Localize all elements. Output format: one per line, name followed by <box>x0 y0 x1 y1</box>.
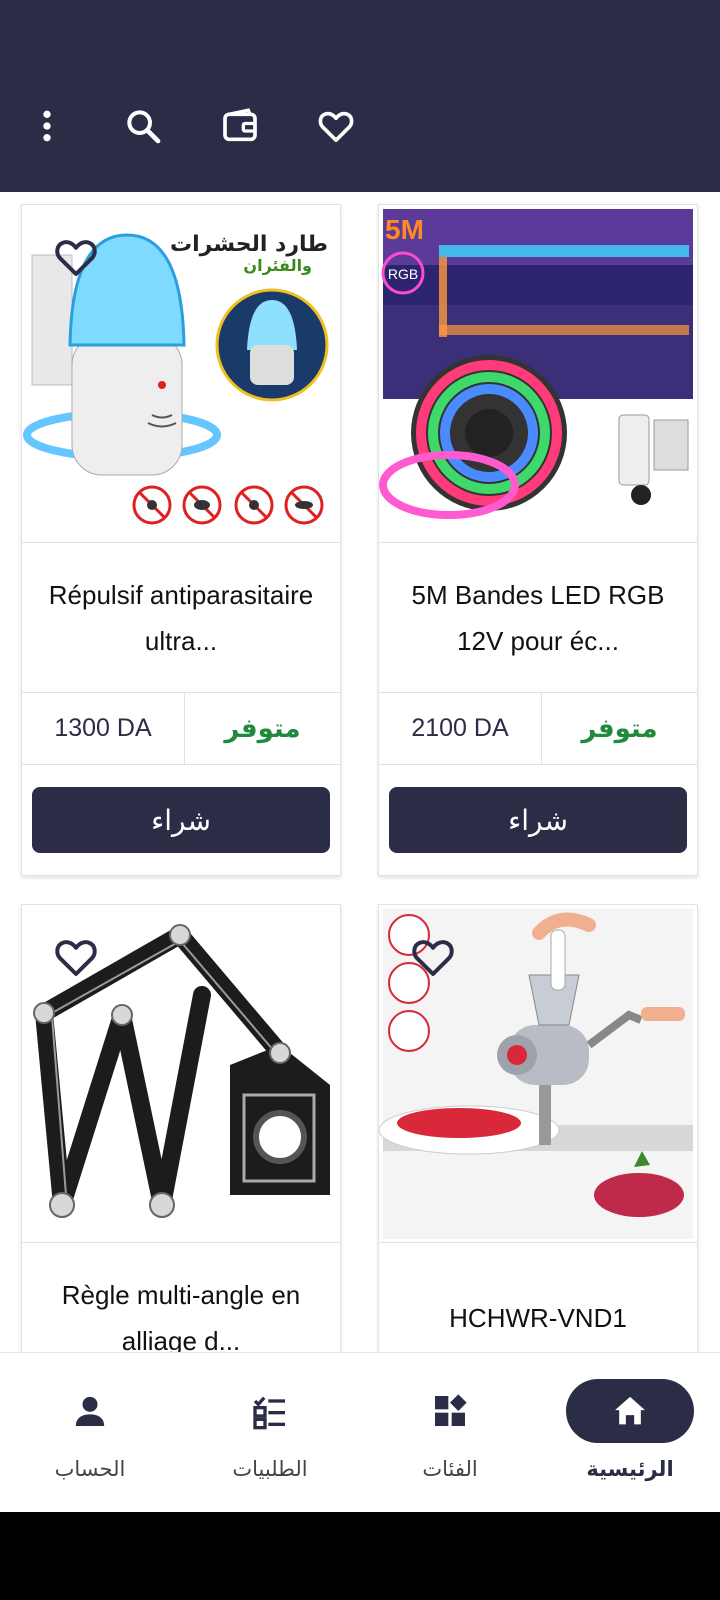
pest-repeller-image[interactable]: طارد الحشرات والفئران <box>22 205 340 543</box>
nav-label: الفئات <box>422 1457 478 1481</box>
meat-grinder-image[interactable] <box>379 905 697 1243</box>
favorite-heart-icon[interactable] <box>409 933 457 981</box>
nav-item-categories[interactable]: الفئات <box>360 1353 540 1512</box>
product-card[interactable]: 5M RGB 5M Bandes LED RGB 12V pour éc... … <box>378 204 698 876</box>
product-card[interactable]: HCHWR-VND1 <box>378 904 698 1352</box>
pest-image-label-title: طارد الحشرات <box>170 232 328 257</box>
price-row: 2100 DA متوفر <box>379 693 697 765</box>
product-card[interactable]: طارد الحشرات والفئران Répulsif antiparas… <box>21 204 341 876</box>
led-image-label-rgb: RGB <box>388 266 418 282</box>
top-app-bar <box>0 0 720 192</box>
wallet-icon[interactable] <box>216 102 264 150</box>
product-title[interactable]: Règle multi-angle en alliage d... <box>22 1243 340 1352</box>
nav-item-account[interactable]: الحساب <box>0 1353 180 1512</box>
product-card[interactable]: Règle multi-angle en alliage d... <box>21 904 341 1352</box>
favorite-heart-icon[interactable] <box>52 933 100 981</box>
nav-item-home[interactable]: الرئيسية <box>540 1353 720 1512</box>
bottom-navigation: الرئيسية الفئات الطلبيات الحساب <box>0 1352 720 1512</box>
price-row: 1300 DA متوفر <box>22 693 340 765</box>
buy-button[interactable]: شراء <box>389 787 687 853</box>
categories-icon <box>386 1379 514 1443</box>
product-grid: 5M RGB 5M Bandes LED RGB 12V pour éc... … <box>0 192 720 1352</box>
heart-icon[interactable] <box>312 102 360 150</box>
more-vert-icon[interactable] <box>23 102 71 150</box>
app-screen: 5M RGB 5M Bandes LED RGB 12V pour éc... … <box>0 0 720 1512</box>
multi-angle-ruler-image[interactable] <box>22 905 340 1243</box>
pest-image-label-subtitle: والفئران <box>243 256 312 275</box>
home-icon <box>566 1379 694 1443</box>
product-title[interactable]: Répulsif antiparasitaire ultra... <box>22 543 340 693</box>
orders-icon <box>206 1379 334 1443</box>
nav-label: الحساب <box>54 1457 126 1481</box>
stock-status: متوفر <box>224 713 301 744</box>
favorite-heart-icon[interactable] <box>52 233 100 281</box>
account-icon <box>26 1379 154 1443</box>
stock-status: متوفر <box>581 713 658 744</box>
product-title[interactable]: HCHWR-VND1 <box>379 1243 697 1352</box>
buy-button[interactable]: شراء <box>32 787 330 853</box>
led-strip-image[interactable]: 5M RGB <box>379 205 697 543</box>
search-icon[interactable] <box>119 102 167 150</box>
product-price: 1300 DA <box>22 693 185 764</box>
product-title[interactable]: 5M Bandes LED RGB 12V pour éc... <box>379 543 697 693</box>
nav-item-orders[interactable]: الطلبيات <box>180 1353 360 1512</box>
product-price: 2100 DA <box>379 693 542 764</box>
led-image-label-5m: 5M <box>385 214 424 245</box>
nav-label: الرئيسية <box>586 1457 674 1481</box>
nav-label: الطلبيات <box>232 1457 308 1481</box>
